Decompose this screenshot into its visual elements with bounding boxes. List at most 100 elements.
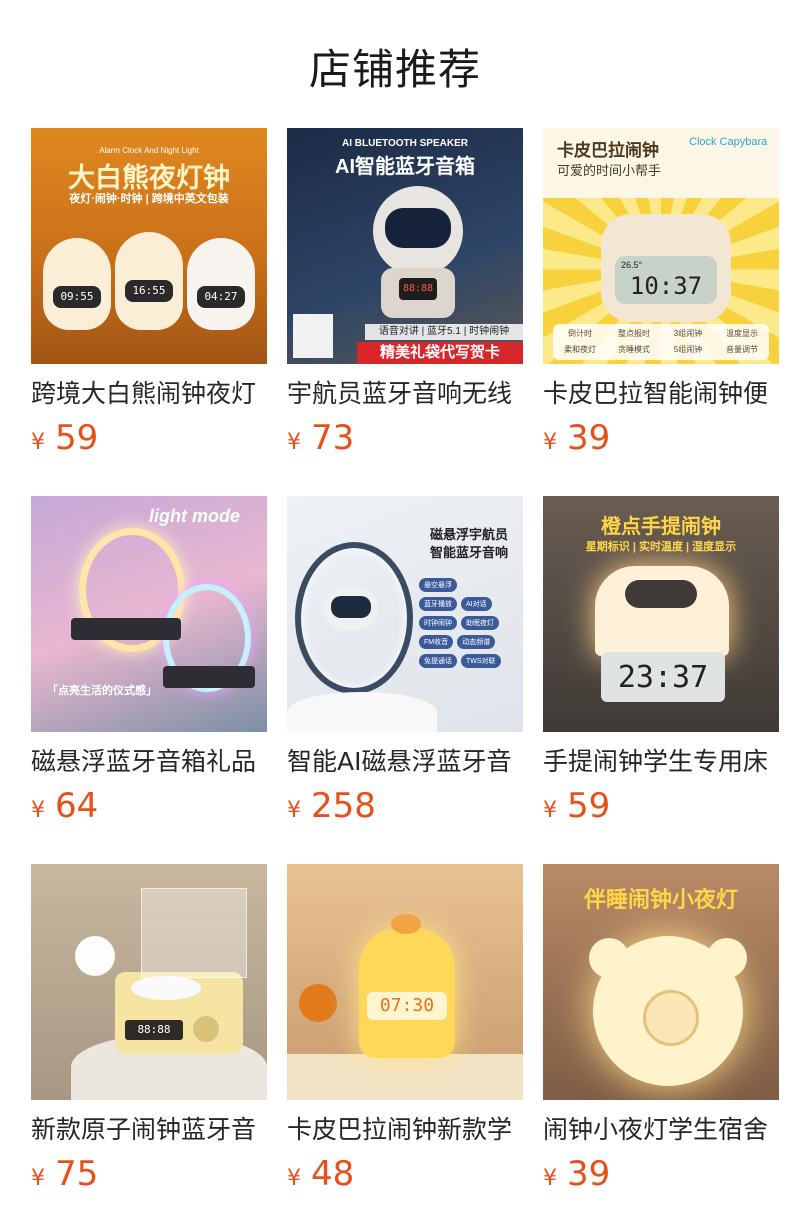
flower — [75, 936, 115, 976]
price-value: 48 — [311, 1154, 355, 1194]
product-price: ¥73 — [287, 418, 523, 464]
product-name[interactable]: 磁悬浮蓝牙音箱礼品 — [31, 746, 267, 778]
price-value: 39 — [567, 1154, 611, 1194]
speaker-base — [71, 618, 181, 640]
price-value: 73 — [311, 418, 355, 458]
feature-label: 3组闹钟 — [673, 329, 703, 338]
feature-label: 温度显示 — [726, 329, 758, 338]
product-image[interactable]: 卡皮巴拉闹钟 可爱的时间小帮手 Clock Capybara 26.5° 10:… — [543, 128, 779, 364]
table-surface — [287, 1054, 523, 1100]
feature-label: 贪睡模式 — [618, 345, 650, 354]
currency-symbol: ¥ — [31, 1166, 45, 1191]
product-price: ¥64 — [31, 786, 267, 832]
product-grid: Alarm Clock And Night Light 大白熊夜灯钟 夜灯·闹钟… — [0, 0, 790, 1232]
price-value: 64 — [55, 786, 99, 826]
product-name[interactable]: 手提闹钟学生专用床 — [543, 746, 779, 778]
image-caption-sub: 语音对讲 | 蓝牙5.1 | 时钟闹钟 — [365, 324, 523, 340]
image-caption-sub: 智能蓝牙音响 — [429, 545, 508, 560]
product-image[interactable]: 07:30 — [287, 864, 523, 1100]
product-price: ¥48 — [287, 1154, 523, 1200]
image-caption-sub: 星期标识 | 实时温度 | 湿度显示 — [585, 541, 737, 553]
speaker-base — [163, 666, 255, 688]
product-card[interactable]: 伴睡闹钟小夜灯 闹钟小夜灯学生宿舍 ¥39 — [543, 864, 779, 1200]
image-caption-sub: 夜灯·闹钟·时钟 | 跨境中英文包装 — [69, 193, 229, 205]
product-name[interactable]: 跨境大白熊闹钟夜灯 — [31, 378, 267, 410]
image-caption-big: AI智能蓝牙音箱 — [335, 156, 475, 178]
clock-display: 09:55 — [53, 286, 101, 308]
feature-tag: 时钟闹钟 — [419, 616, 457, 630]
clock-display: 07:30 — [367, 992, 447, 1020]
product-card[interactable]: 88:88 新款原子闹钟蓝牙音 ¥75 — [31, 864, 267, 1200]
temperature: 26.5° — [621, 260, 643, 270]
price-value: 59 — [567, 786, 611, 826]
feature-tag: FM收音 — [419, 635, 454, 649]
capybara-top — [391, 914, 421, 934]
feature-tag: 蓝牙播放 — [419, 597, 457, 611]
product-card[interactable]: 橙点手提闹钟 星期标识 | 实时温度 | 湿度显示 23:37 手提闹钟学生专用… — [543, 496, 779, 832]
image-caption-small: AI BLUETOOTH SPEAKER — [342, 138, 468, 149]
product-name[interactable]: 闹钟小夜灯学生宿舍 — [543, 1114, 779, 1146]
currency-symbol: ¥ — [31, 798, 45, 823]
feature-label: 整点报时 — [618, 329, 650, 338]
clock-display: 10:37 — [629, 272, 703, 300]
product-card[interactable]: AI BLUETOOTH SPEAKER AI智能蓝牙音箱 88:88 语音对讲… — [287, 128, 523, 464]
feature-label: 5组闹钟 — [673, 345, 703, 354]
feature-label: 音量调节 — [726, 345, 758, 354]
feature-label: 倒计时 — [568, 329, 592, 338]
clock-display: 04:27 — [197, 286, 245, 308]
clock-display: 88:88 — [125, 1020, 183, 1040]
currency-symbol: ¥ — [543, 1166, 557, 1191]
brand-text: Clock Capybara — [689, 136, 768, 148]
product-price: ¥75 — [31, 1154, 267, 1200]
feature-tag: TWS对联 — [461, 654, 501, 668]
feature-tag: 免提通话 — [419, 654, 457, 668]
product-image[interactable]: AI BLUETOOTH SPEAKER AI智能蓝牙音箱 88:88 语音对讲… — [287, 128, 523, 364]
clock-display: 16:55 — [125, 280, 173, 302]
image-caption-small: Alarm Clock And Night Light — [99, 146, 199, 155]
pedestal — [287, 692, 437, 732]
product-card[interactable]: light mode 「点亮生活的仪式感」 磁悬浮蓝牙音箱礼品 ¥64 — [31, 496, 267, 832]
clock-display: 88:88 — [399, 278, 437, 300]
feature-list: 悬空悬浮 蓝牙播放 AI对话 时钟闹钟 助眠夜灯 FM收音 动态频谱 免提通话 … — [419, 578, 523, 668]
product-card[interactable]: 磁悬浮宇航员 智能蓝牙音响 悬空悬浮 蓝牙播放 AI对话 时钟闹钟 助眠夜灯 F… — [287, 496, 523, 832]
image-caption-big: light mode — [149, 506, 240, 526]
product-card[interactable]: Alarm Clock And Night Light 大白熊夜灯钟 夜灯·闹钟… — [31, 128, 267, 464]
record-disc — [131, 976, 201, 1000]
product-name[interactable]: 卡皮巴拉闹钟新款学 — [287, 1114, 523, 1146]
product-image[interactable]: 伴睡闹钟小夜灯 — [543, 864, 779, 1100]
product-price: ¥258 — [287, 786, 523, 832]
product-image[interactable]: light mode 「点亮生活的仪式感」 — [31, 496, 267, 732]
product-card[interactable]: 07:30 卡皮巴拉闹钟新款学 ¥48 — [287, 864, 523, 1200]
product-price: ¥59 — [543, 786, 779, 832]
image-caption-sub: 可爱的时间小帮手 — [557, 163, 662, 178]
price-value: 258 — [311, 786, 376, 826]
product-price: ¥59 — [31, 418, 267, 464]
product-name[interactable]: 卡皮巴拉智能闹钟便 — [543, 378, 779, 410]
bear-lamp — [43, 238, 111, 330]
image-caption-big: 磁悬浮宇航员 — [429, 527, 508, 542]
product-card[interactable]: 卡皮巴拉闹钟 可爱的时间小帮手 Clock Capybara 26.5° 10:… — [543, 128, 779, 464]
product-image[interactable]: 88:88 — [31, 864, 267, 1100]
price-value: 59 — [55, 418, 99, 458]
handle-hole — [625, 580, 697, 608]
product-image[interactable]: Alarm Clock And Night Light 大白熊夜灯钟 夜灯·闹钟… — [31, 128, 267, 364]
currency-symbol: ¥ — [31, 430, 45, 455]
price-value: 39 — [567, 418, 611, 458]
product-image[interactable]: 磁悬浮宇航员 智能蓝牙音响 悬空悬浮 蓝牙播放 AI对话 时钟闹钟 助眠夜灯 F… — [287, 496, 523, 732]
clock-face — [643, 990, 699, 1046]
product-price: ¥39 — [543, 1154, 779, 1200]
dust-cover — [141, 888, 247, 978]
feature-tag: AI对话 — [461, 597, 492, 611]
currency-symbol: ¥ — [287, 430, 301, 455]
product-name[interactable]: 智能AI磁悬浮蓝牙音 — [287, 746, 523, 778]
product-name[interactable]: 宇航员蓝牙音响无线 — [287, 378, 523, 410]
bear-lamp — [187, 238, 255, 330]
feature-tag: 动态频谱 — [457, 635, 496, 649]
feature-panel: 倒计时 整点报时 3组闹钟 温度显示 柔和夜灯 贪睡模式 5组闹钟 音量调节 — [553, 324, 769, 360]
product-image[interactable]: 橙点手提闹钟 星期标识 | 实时温度 | 湿度显示 23:37 — [543, 496, 779, 732]
price-value: 75 — [55, 1154, 99, 1194]
product-name[interactable]: 新款原子闹钟蓝牙音 — [31, 1114, 267, 1146]
feature-label: 柔和夜灯 — [564, 345, 596, 354]
feature-tag: 悬空悬浮 — [419, 578, 457, 592]
volume-knob — [193, 1016, 219, 1042]
